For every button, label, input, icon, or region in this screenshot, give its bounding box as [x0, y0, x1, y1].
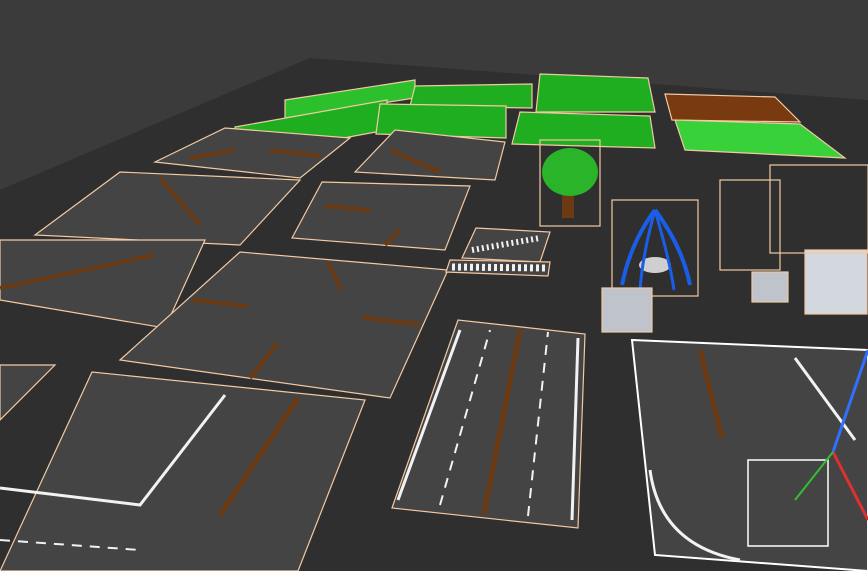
road-turn[interactable]	[630, 338, 868, 571]
stone-block[interactable]	[601, 287, 653, 333]
scene-canvas[interactable]	[0, 0, 868, 571]
grass-tile[interactable]	[535, 73, 656, 113]
road-t-junction[interactable]	[291, 181, 471, 251]
3d-viewport[interactable]	[0, 0, 868, 571]
crosswalk[interactable]	[461, 227, 551, 263]
stone-block[interactable]	[751, 271, 789, 303]
grass-tile[interactable]	[511, 111, 656, 149]
